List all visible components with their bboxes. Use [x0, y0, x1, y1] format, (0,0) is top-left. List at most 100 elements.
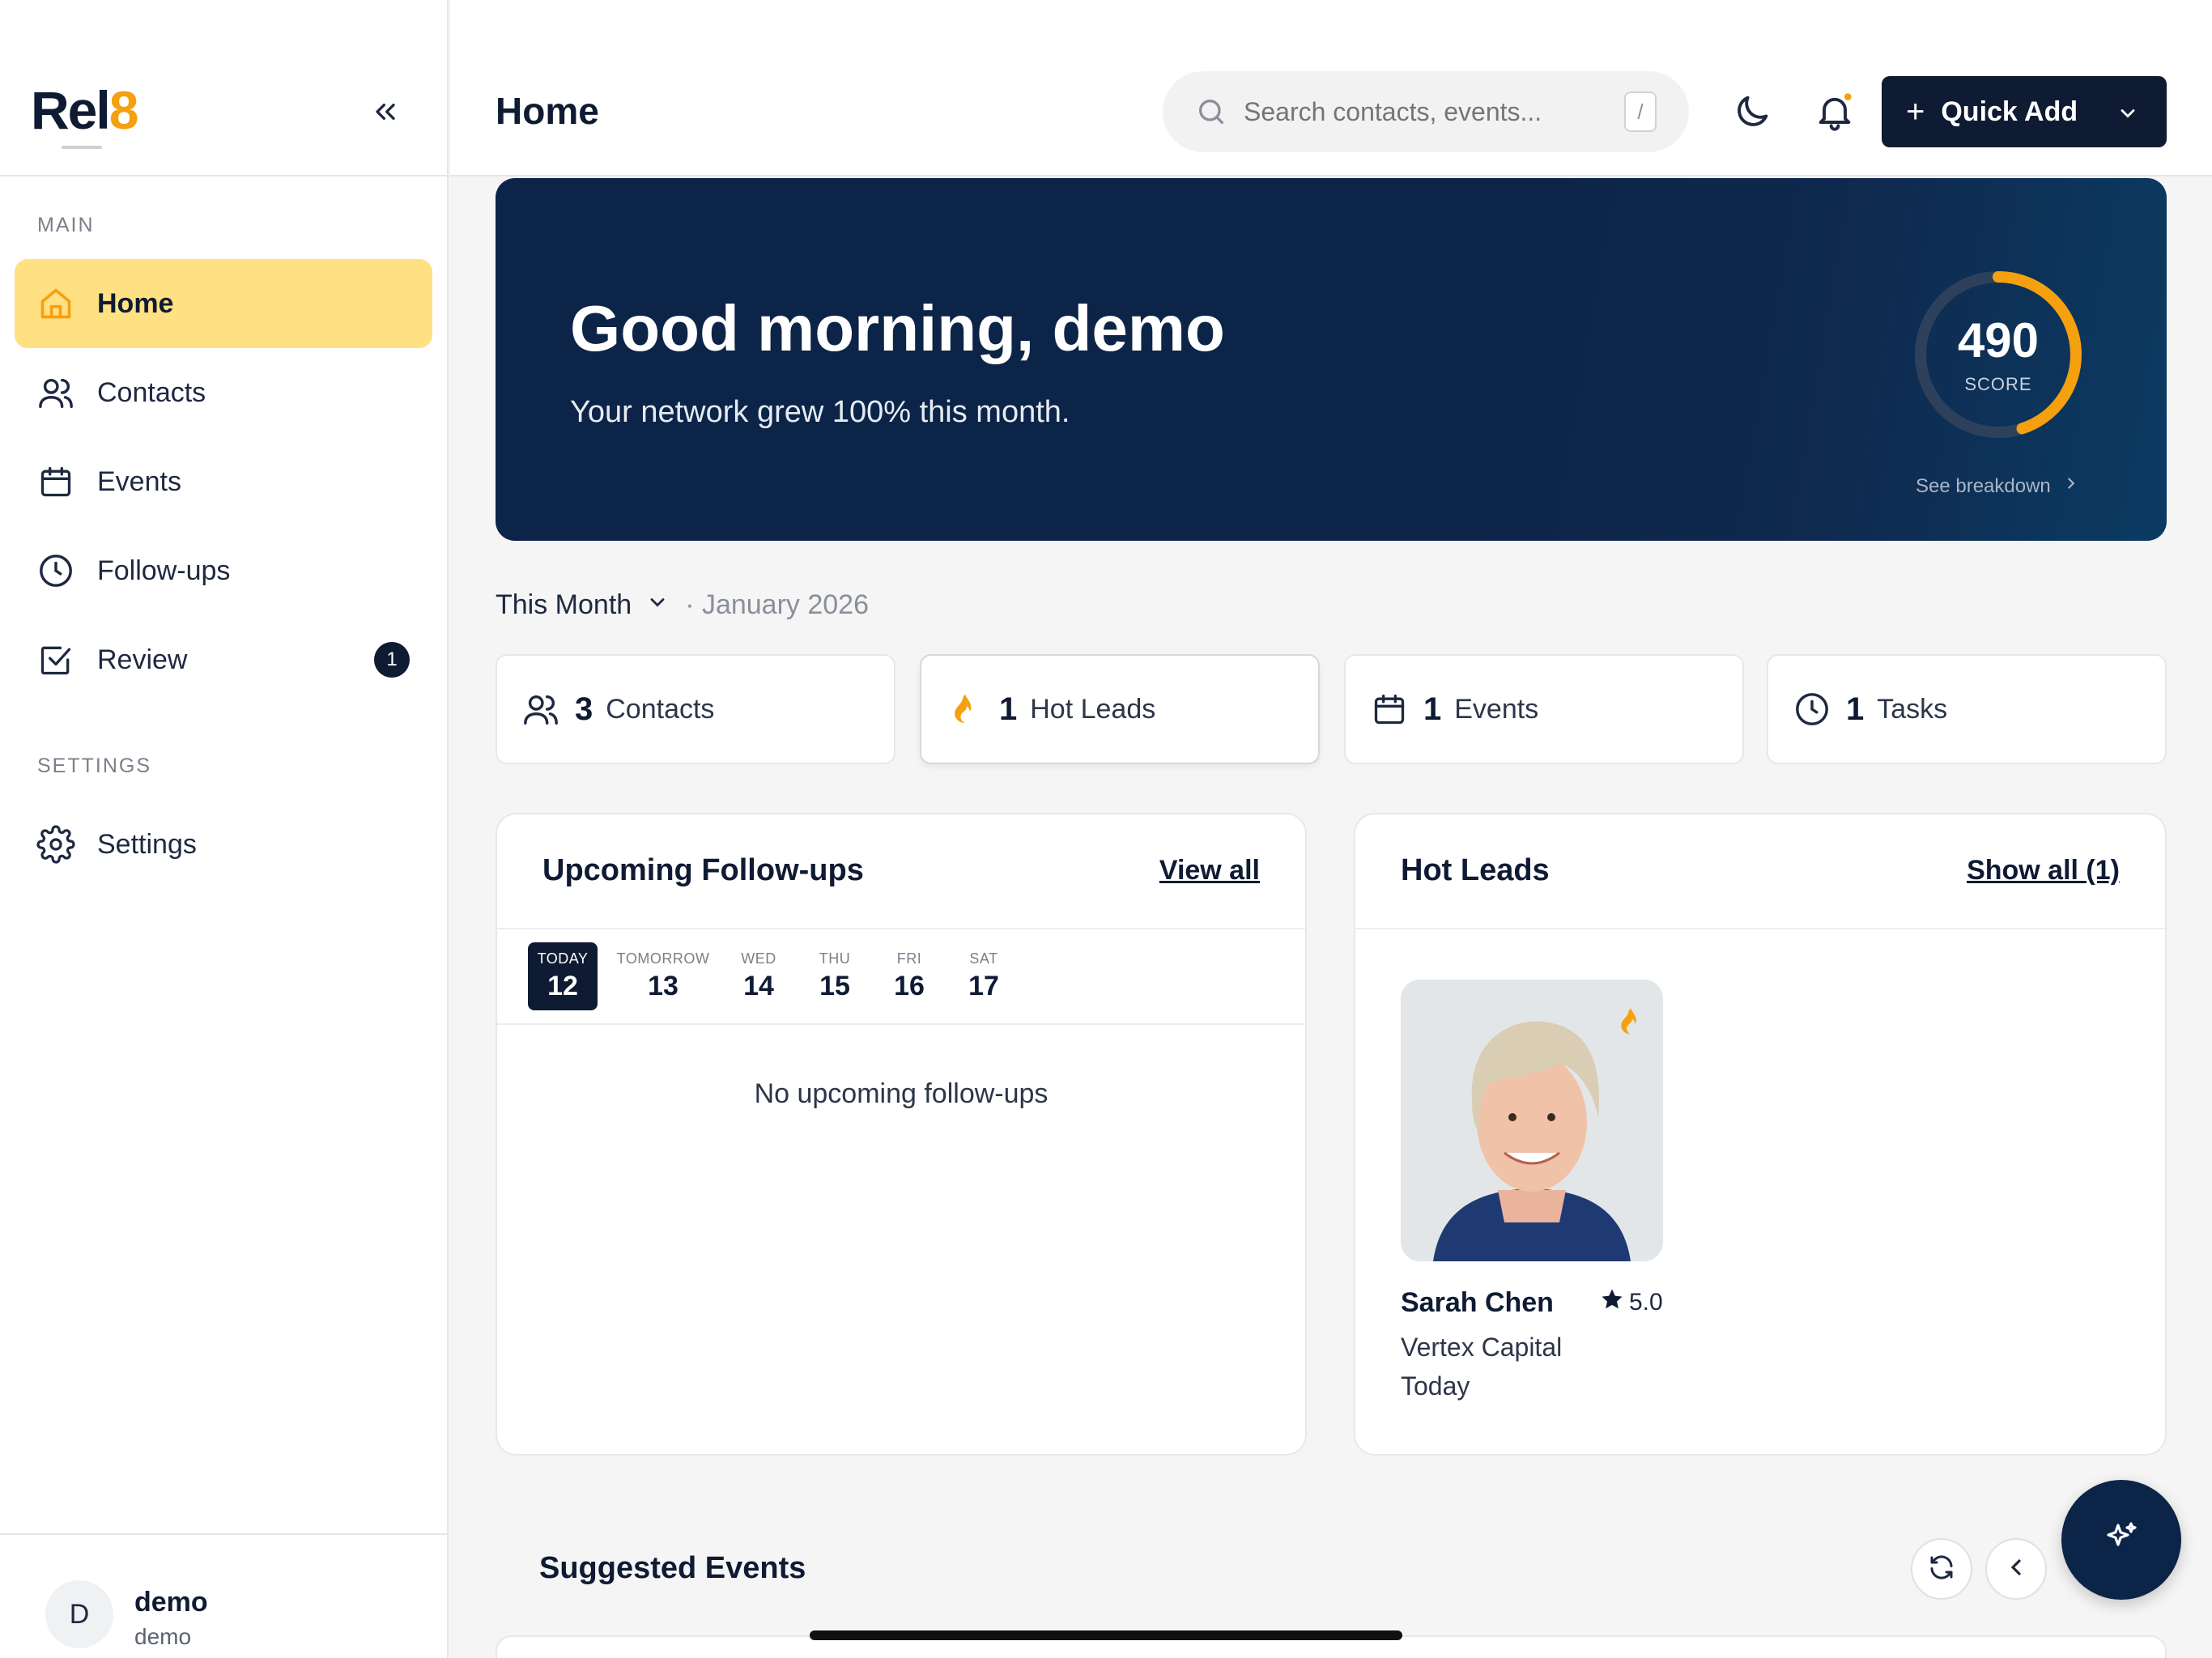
- panel-header: Upcoming Follow-ups View all: [497, 814, 1305, 929]
- panel-title: Hot Leads: [1401, 853, 1550, 887]
- stat-label: Contacts: [606, 693, 715, 725]
- period-label: This Month: [496, 589, 632, 620]
- lead-photo[interactable]: [1401, 980, 1663, 1261]
- chevron-down-icon: [2116, 100, 2139, 132]
- day-date: 17: [968, 971, 999, 1001]
- day-selector: TODAY 12 TOMORROW 13 WED 14 THU 15 FRI 1…: [497, 929, 1305, 1025]
- stat-card-events[interactable]: 1 Events: [1344, 654, 1744, 764]
- day-name: TOMORROW: [616, 950, 710, 967]
- section-label-main: MAIN: [37, 214, 95, 236]
- sidebar-item-settings[interactable]: Settings: [15, 800, 432, 889]
- ai-assistant-button[interactable]: [2061, 1480, 2181, 1600]
- review-count-badge: 1: [374, 642, 410, 678]
- greeting-subtitle: Your network grew 100% this month.: [570, 395, 1070, 429]
- quick-add-button[interactable]: + Quick Add: [1882, 76, 2167, 147]
- home-indicator: [810, 1630, 1402, 1640]
- day-name: THU: [819, 950, 851, 967]
- search-bar[interactable]: /: [1163, 71, 1689, 152]
- day-date: 16: [894, 971, 925, 1001]
- day-tab-sat[interactable]: SAT 17: [957, 942, 1010, 1010]
- period-date: · January 2026: [685, 589, 869, 620]
- suggested-events-heading: Suggested Events: [539, 1551, 806, 1585]
- lead-name[interactable]: Sarah Chen: [1401, 1287, 1554, 1319]
- logo-text: Rel: [31, 80, 111, 140]
- day-tab-today[interactable]: TODAY 12: [528, 942, 598, 1010]
- users-icon: [521, 690, 560, 729]
- day-tab-fri[interactable]: FRI 16: [883, 942, 936, 1010]
- view-all-link[interactable]: View all: [1159, 855, 1260, 886]
- logo-accent: 8: [108, 80, 139, 140]
- day-tab-wed[interactable]: WED 14: [732, 942, 785, 1010]
- hot-leads-panel: Hot Leads Show all (1) Sarah Chen 5.0 Ve…: [1354, 813, 2167, 1456]
- upcoming-follow-ups-panel: Upcoming Follow-ups View all TODAY 12 TO…: [496, 813, 1307, 1456]
- period-selector[interactable]: This Month · January 2026: [496, 589, 869, 621]
- network-score-value: 490: [1957, 313, 2040, 368]
- show-all-link[interactable]: Show all (1): [1967, 855, 2120, 886]
- stat-value: 1: [1423, 691, 1442, 727]
- day-tab-thu[interactable]: THU 15: [808, 942, 861, 1010]
- stat-card-contacts[interactable]: 3 Contacts: [496, 654, 895, 764]
- day-name: FRI: [896, 950, 922, 967]
- panel-header: Hot Leads Show all (1): [1355, 814, 2165, 929]
- day-name: WED: [741, 950, 776, 967]
- previous-button[interactable]: [1985, 1538, 2047, 1600]
- collapse-sidebar-icon[interactable]: [369, 96, 402, 128]
- lead-timestamp: Today: [1401, 1371, 1470, 1401]
- welcome-hero: Good morning, demo Your network grew 100…: [496, 178, 2167, 541]
- star-icon: [1600, 1287, 1624, 1318]
- avatar: D: [45, 1580, 113, 1648]
- stat-label: Tasks: [1877, 693, 1948, 725]
- user-name: demo: [134, 1587, 208, 1618]
- page-title: Home: [496, 90, 599, 132]
- sidebar-item-review[interactable]: Review 1: [15, 615, 432, 704]
- rating-value: 5.0: [1629, 1289, 1663, 1316]
- chevron-left-icon: [2003, 1554, 2029, 1584]
- notifications-bell-icon[interactable]: [1814, 91, 1856, 133]
- check-square-icon: [36, 640, 76, 680]
- flame-icon: [946, 690, 985, 729]
- refresh-icon: [1927, 1553, 1956, 1586]
- sidebar-item-label: Settings: [97, 828, 197, 860]
- stat-label: Hot Leads: [1030, 693, 1156, 725]
- day-name: TODAY: [537, 950, 589, 967]
- section-label-settings: SETTINGS: [37, 755, 152, 777]
- stat-card-hot-leads[interactable]: 1 Hot Leads: [920, 654, 1320, 764]
- stat-label: Events: [1454, 693, 1539, 725]
- logo-underline: [62, 146, 102, 149]
- stat-value: 1: [999, 691, 1018, 727]
- day-date: 15: [819, 971, 850, 1001]
- sidebar-item-follow-ups[interactable]: Follow-ups: [15, 526, 432, 615]
- search-input[interactable]: [1244, 96, 1600, 127]
- user-profile[interactable]: D demo demo: [0, 1533, 449, 1658]
- lead-company: Vertex Capital: [1401, 1333, 1563, 1362]
- clock-icon: [1793, 690, 1831, 729]
- sidebar-item-label: Review: [97, 644, 188, 675]
- gear-icon: [36, 824, 76, 865]
- sidebar-item-events[interactable]: Events: [15, 437, 432, 526]
- calendar-icon: [36, 461, 76, 502]
- sidebar: Rel8 MAIN Home Contacts Events Follow-up…: [0, 0, 449, 1658]
- dark-mode-moon-icon[interactable]: [1731, 91, 1773, 133]
- refresh-button[interactable]: [1911, 1538, 1972, 1600]
- sidebar-item-label: Events: [97, 466, 181, 497]
- see-breakdown-link[interactable]: See breakdown: [1916, 474, 2080, 498]
- empty-state-message: No upcoming follow-ups: [754, 1078, 1049, 1109]
- sparkle-icon: [2102, 1519, 2141, 1562]
- sidebar-item-home[interactable]: Home: [15, 259, 432, 348]
- stat-value: 1: [1846, 691, 1865, 727]
- day-date: 14: [743, 971, 774, 1001]
- sidebar-item-contacts[interactable]: Contacts: [15, 348, 432, 437]
- greeting-heading: Good morning, demo: [570, 292, 1225, 364]
- search-icon: [1195, 96, 1227, 128]
- top-header: Home / + Quick Add: [450, 0, 2212, 176]
- sidebar-item-label: Home: [97, 287, 174, 319]
- app-logo[interactable]: Rel8: [31, 79, 139, 141]
- network-score-label: SCORE: [1964, 374, 2032, 394]
- day-tab-tomorrow[interactable]: TOMORROW 13: [610, 942, 716, 1010]
- search-shortcut-key: /: [1624, 91, 1657, 132]
- breakdown-label: See breakdown: [1916, 474, 2051, 497]
- quick-add-label: Quick Add: [1941, 96, 2078, 127]
- sidebar-item-label: Contacts: [97, 376, 206, 408]
- stat-card-tasks[interactable]: 1 Tasks: [1767, 654, 2167, 764]
- day-name: SAT: [969, 950, 998, 967]
